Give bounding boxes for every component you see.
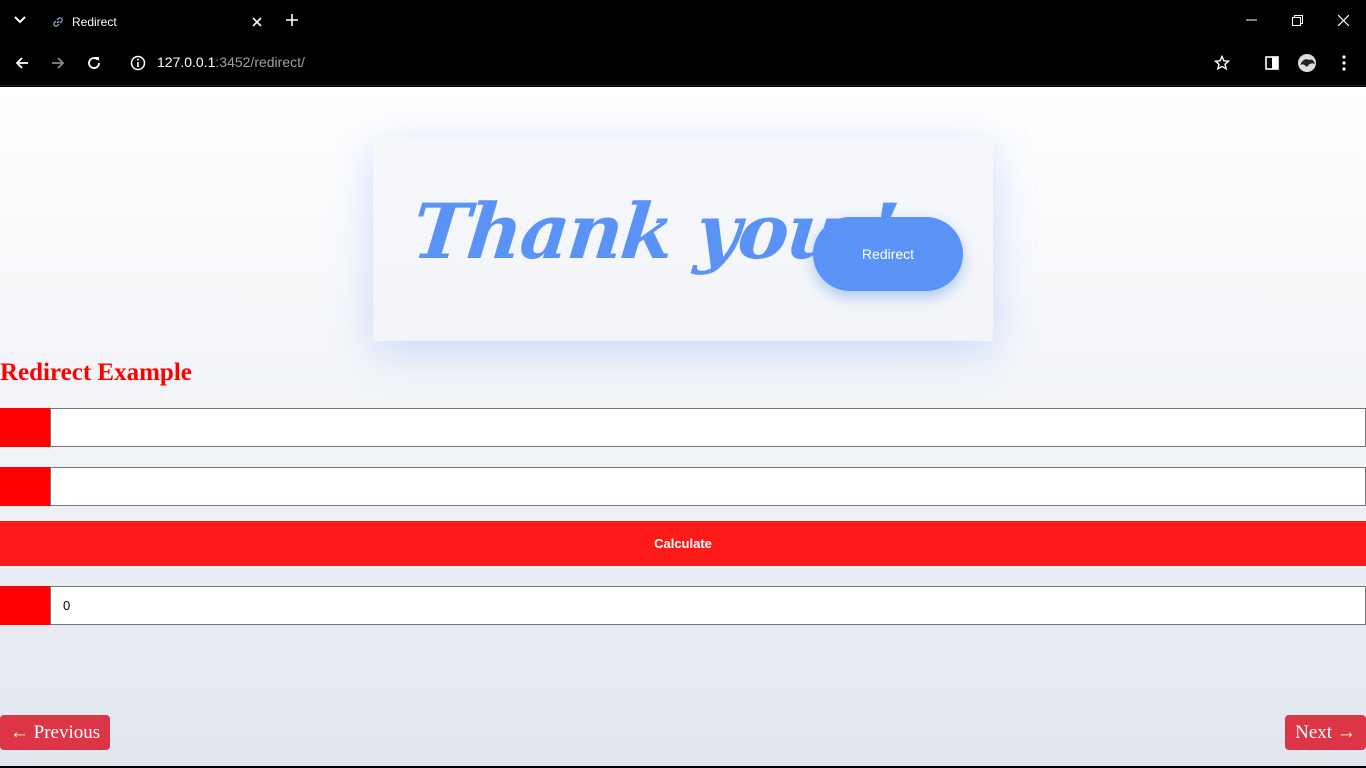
star-icon[interactable] xyxy=(1211,52,1233,74)
close-window-icon[interactable] xyxy=(1328,6,1358,34)
input-label-1 xyxy=(0,408,50,447)
result-row: 0 xyxy=(0,586,1366,625)
profile-avatar-icon[interactable] xyxy=(1296,52,1318,74)
url-path: :3452/redirect/ xyxy=(215,54,305,70)
browser-toolbar: 127.0.0.1:3452/redirect/ xyxy=(0,40,1366,86)
url-host: 127.0.0.1 xyxy=(157,54,216,70)
plus-icon[interactable] xyxy=(282,10,302,30)
result-field[interactable]: 0 xyxy=(50,586,1366,625)
minimize-icon[interactable] xyxy=(1236,6,1266,34)
thank-you-card: Thank you ! Redirect xyxy=(373,137,993,341)
address-bar[interactable]: 127.0.0.1:3452/redirect/ xyxy=(157,54,305,70)
input-row-1 xyxy=(0,408,1366,447)
arrow-left-icon[interactable] xyxy=(11,52,33,74)
input-label-2 xyxy=(0,467,50,506)
reload-icon[interactable] xyxy=(83,52,105,74)
number-input-1[interactable] xyxy=(50,408,1366,447)
arrow-right-icon[interactable] xyxy=(47,52,69,74)
restore-icon[interactable] xyxy=(1282,6,1312,34)
redirect-button[interactable]: Redirect xyxy=(813,217,963,291)
page-heading: Redirect Example xyxy=(0,359,192,386)
kebab-menu-icon[interactable] xyxy=(1333,52,1355,74)
tab-bar: Redirect xyxy=(0,0,1366,40)
browser-tab[interactable]: Redirect xyxy=(38,4,272,40)
tab-title: Redirect xyxy=(72,15,117,29)
close-icon[interactable] xyxy=(248,13,266,31)
calculate-button[interactable]: Calculate xyxy=(0,521,1366,566)
result-label xyxy=(0,586,50,625)
next-button[interactable]: Next → xyxy=(1285,715,1366,750)
input-row-2 xyxy=(0,467,1366,506)
info-icon[interactable] xyxy=(128,53,148,73)
number-input-2[interactable] xyxy=(50,467,1366,506)
previous-button[interactable]: ← Previous xyxy=(0,715,110,750)
side-panel-icon[interactable] xyxy=(1261,52,1283,74)
link-icon xyxy=(50,14,66,30)
page-content: Thank you ! Redirect Redirect Example Ca… xyxy=(0,87,1366,766)
chevron-down-icon[interactable] xyxy=(10,10,30,30)
